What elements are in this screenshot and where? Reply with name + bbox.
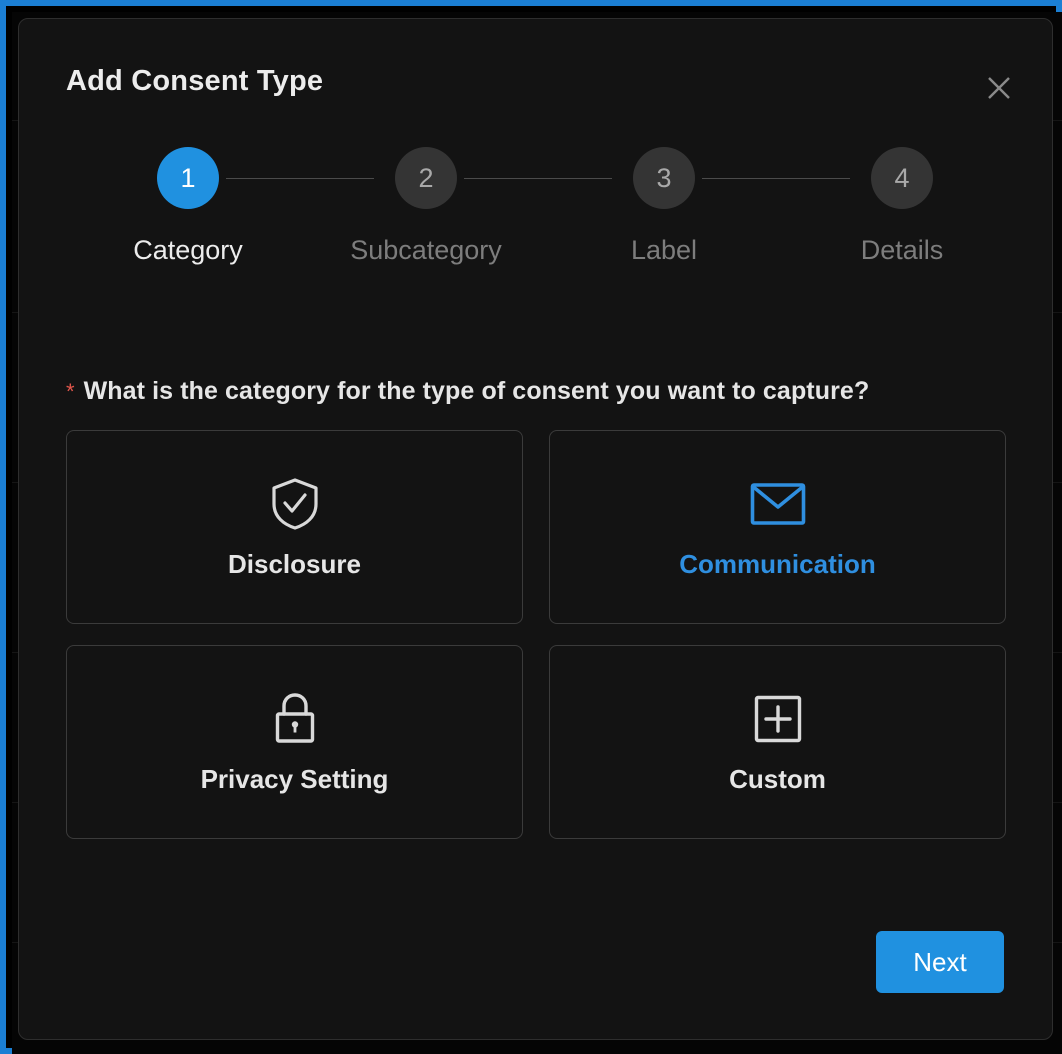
category-card-custom[interactable]: Custom — [549, 645, 1006, 839]
category-card-label: Disclosure — [228, 548, 361, 579]
step-number-badge: 2 — [395, 147, 457, 209]
step-number-badge: 1 — [157, 147, 219, 209]
step-label: Category — [133, 235, 243, 265]
plus-square-icon — [754, 695, 801, 742]
next-button[interactable]: Next — [876, 931, 1004, 993]
category-card-privacy-setting[interactable]: Privacy Setting — [66, 645, 523, 839]
category-card-label: Custom — [729, 763, 826, 794]
add-consent-type-dialog: Add Consent Type 1 Category 2 Subcategor… — [18, 18, 1053, 1040]
stepper: 1 Category 2 Subcategory 3 Label 4 Detai… — [66, 147, 1006, 307]
step-number-badge: 3 — [633, 147, 695, 209]
stepper-step-label[interactable]: 3 Label — [584, 147, 744, 266]
lock-icon — [275, 692, 314, 743]
step-label: Details — [860, 235, 944, 265]
category-card-label: Communication — [679, 548, 876, 579]
category-card-disclosure[interactable]: Disclosure — [66, 430, 523, 624]
step-number-badge: 4 — [871, 147, 933, 209]
card-icon-slot — [272, 690, 318, 748]
card-icon-slot — [754, 690, 802, 748]
question-row: * What is the category for the type of c… — [66, 377, 869, 406]
question-label: What is the category for the type of con… — [83, 377, 870, 405]
stepper-step-details[interactable]: 4 Details — [822, 147, 982, 266]
card-icon-slot — [750, 475, 806, 533]
category-card-label: Privacy Setting — [200, 763, 389, 794]
card-icon-slot — [270, 475, 320, 533]
shield-check-icon — [271, 477, 318, 530]
category-option-grid: Disclosure Communication Privacy Setting… — [66, 430, 1006, 839]
stepper-step-category[interactable]: 1 Category — [108, 147, 268, 266]
stepper-step-subcategory[interactable]: 2 Subcategory — [346, 147, 506, 266]
viewport-frame: Add Consent Type 1 Category 2 Subcategor… — [0, 0, 1062, 1054]
step-label: Label — [630, 235, 698, 265]
required-asterisk: * — [66, 379, 75, 404]
dialog-header: Add Consent Type — [19, 19, 1052, 139]
envelope-icon — [750, 482, 805, 525]
dialog-footer: Next — [19, 931, 1052, 995]
close-icon — [988, 77, 1010, 99]
category-card-communication[interactable]: Communication — [549, 430, 1006, 624]
step-label: Subcategory — [350, 235, 502, 265]
close-button[interactable] — [978, 67, 1020, 109]
page-title: Add Consent Type — [66, 65, 324, 97]
